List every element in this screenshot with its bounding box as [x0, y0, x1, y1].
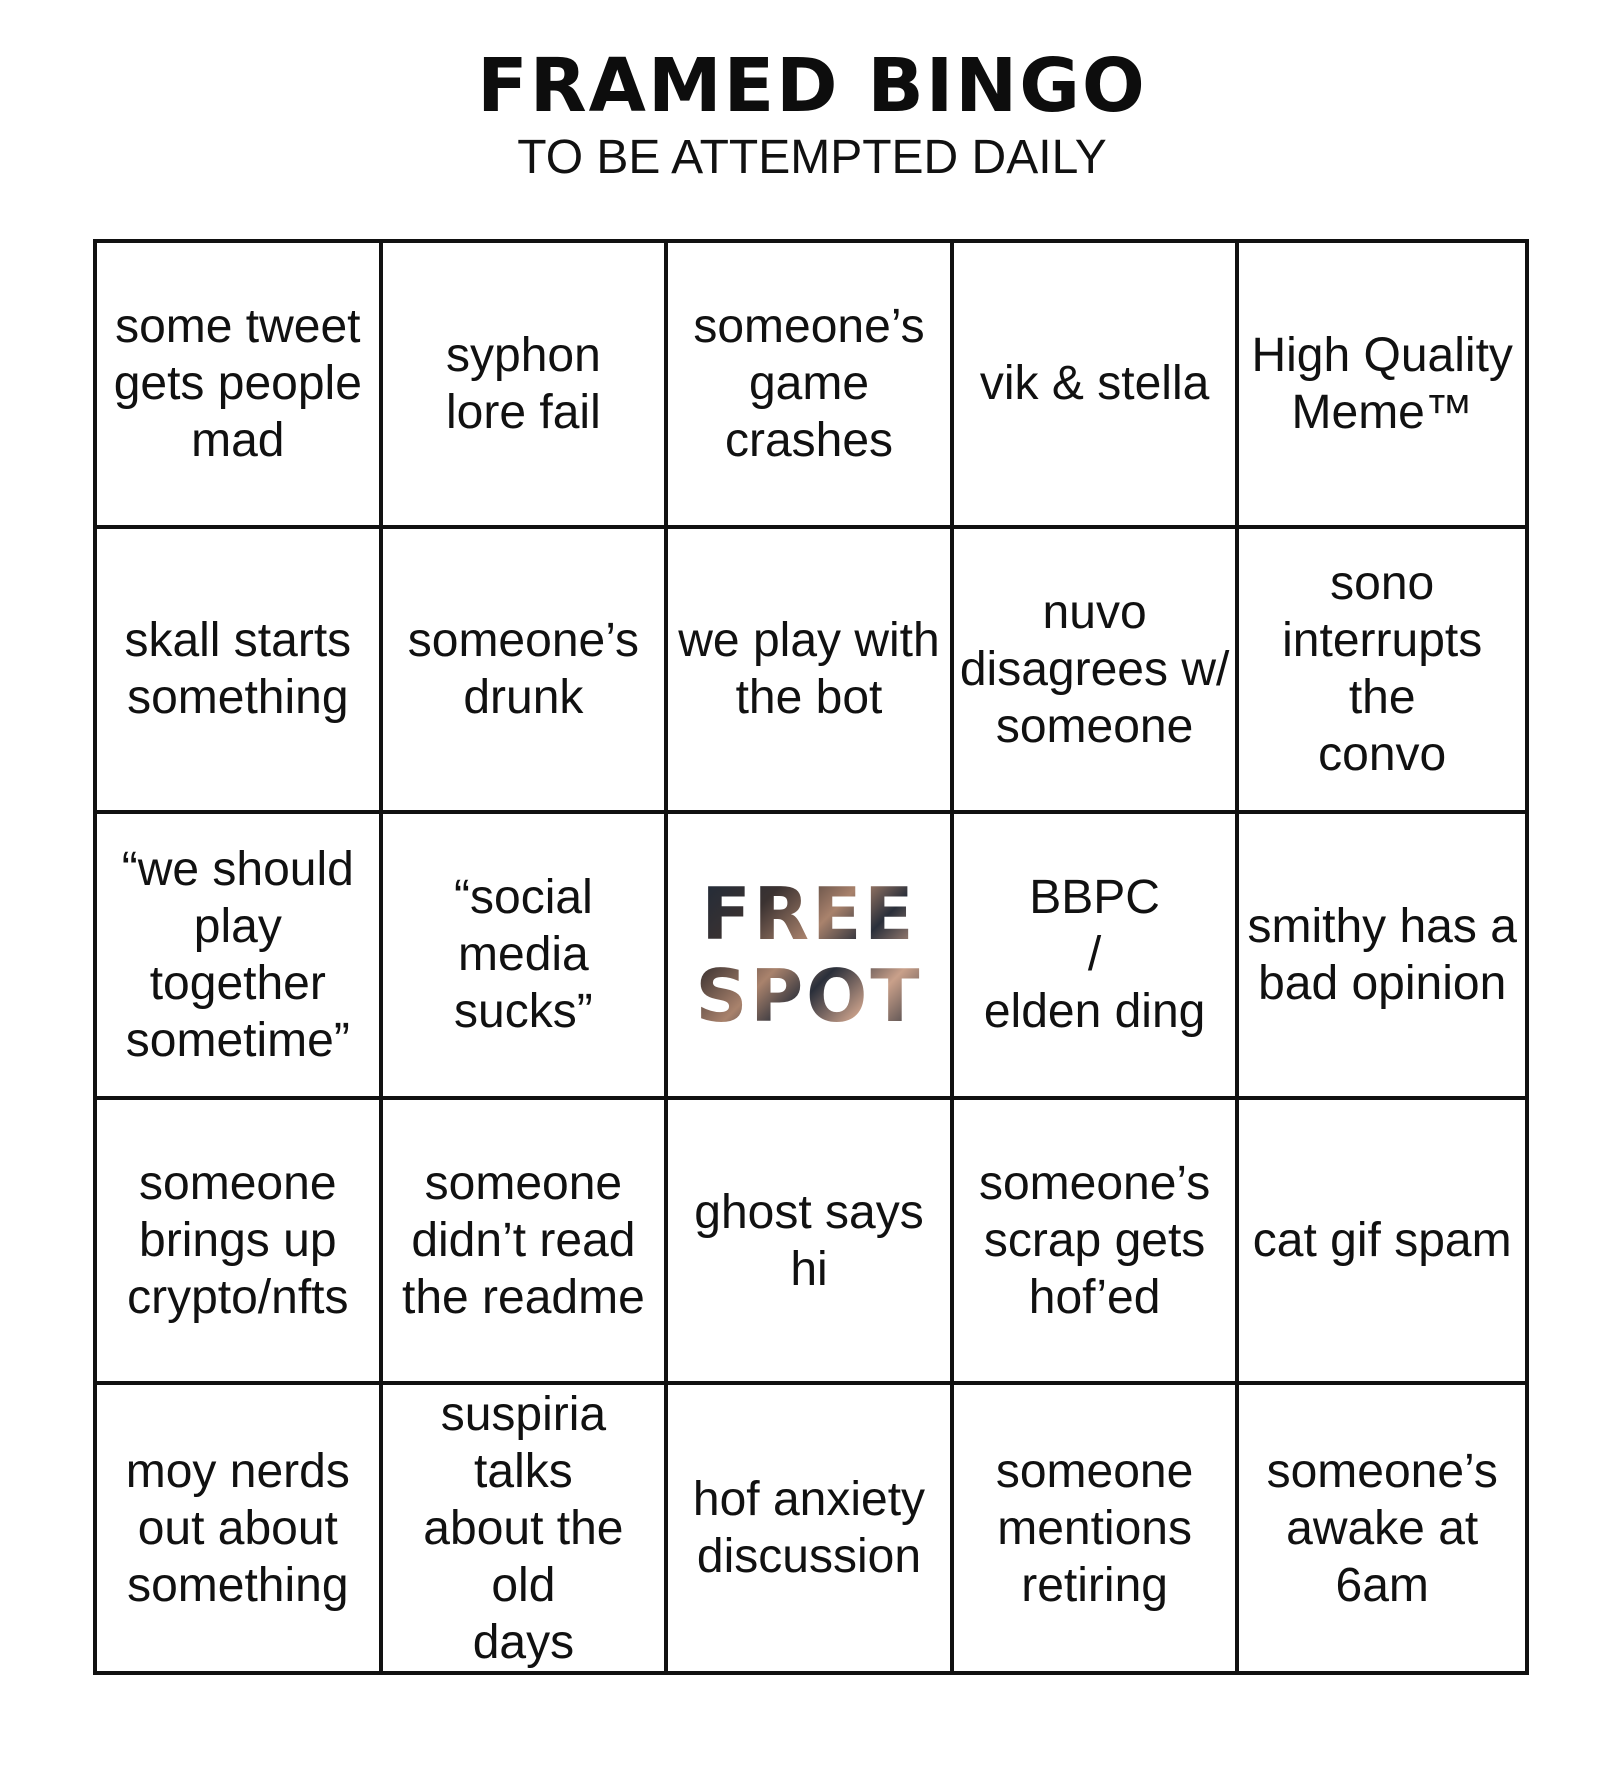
bingo-cell-label: ghost says hi — [694, 1185, 924, 1296]
bingo-cell[interactable]: someone mentions retiring — [954, 1385, 1240, 1671]
bingo-cell[interactable]: someone’s game crashes — [668, 243, 954, 529]
bingo-cell[interactable]: sono interrupts the convo — [1239, 529, 1525, 815]
bingo-cell-label: cat gif spam — [1252, 1214, 1512, 1268]
bingo-board: some tweet gets people mad syphon lore f… — [93, 239, 1529, 1675]
bingo-cell-label: High Quality Meme™ — [1251, 328, 1513, 439]
bingo-cell[interactable]: “we should play together sometime” — [97, 814, 383, 1100]
page-title: FRAMED BINGO — [477, 43, 1147, 129]
bingo-cell[interactable]: syphon lore fail — [382, 243, 669, 529]
bingo-cell[interactable]: we play with the bot — [668, 528, 954, 815]
bingo-cell[interactable]: someone brings up crypto/nfts — [97, 1099, 383, 1386]
bingo-cell-label: someone mentions retiring — [995, 1444, 1194, 1612]
bingo-cell-label: someone brings up crypto/nfts — [127, 1157, 349, 1325]
bingo-cell[interactable]: nuvo disagrees w/ someone — [953, 528, 1240, 815]
bingo-cell-label: someone’s game crashes — [693, 300, 925, 468]
bingo-cell[interactable]: someone’s drunk — [382, 528, 669, 815]
bingo-cell[interactable]: smithy has a bad opinion — [1239, 814, 1525, 1100]
bingo-cell-label: someone didn’t read the readme — [401, 1157, 645, 1325]
bingo-cell-label: hof anxiety discussion — [692, 1473, 926, 1584]
bingo-cell-label: skall starts something — [124, 614, 352, 725]
bingo-cell[interactable]: skall starts something — [97, 528, 383, 815]
bingo-cell-label: sono interrupts the convo — [1282, 557, 1483, 782]
bingo-cell[interactable]: hof anxiety discussion — [668, 1385, 954, 1671]
bingo-cell[interactable]: moy nerds out about something — [97, 1385, 383, 1671]
bingo-cell-label: someone’s drunk — [407, 614, 640, 725]
bingo-cell[interactable]: “social media sucks” — [382, 814, 669, 1100]
bingo-cell[interactable]: vik & stella — [953, 243, 1240, 529]
page-subtitle: TO BE ATTEMPTED DAILY — [517, 131, 1107, 184]
bingo-cell[interactable]: someone’s scrap gets hof’ed — [953, 1099, 1240, 1386]
bingo-cell-label: someone’s scrap gets hof’ed — [978, 1157, 1211, 1325]
bingo-cell-label: some tweet gets people mad — [113, 300, 362, 468]
bingo-cell-label: we play with the bot — [678, 614, 940, 725]
bingo-cell[interactable]: someone’s awake at 6am — [1239, 1385, 1525, 1671]
bingo-cell-label: “we should play together sometime” — [121, 842, 354, 1067]
free-spot-label: FREE SPOT — [695, 871, 923, 1038]
bingo-cell[interactable]: someone didn’t read the readme — [382, 1099, 669, 1386]
bingo-cell[interactable]: some tweet gets people mad — [97, 243, 383, 529]
bingo-cell-label: suspiria talks about the old days — [423, 1387, 624, 1669]
bingo-cell-label: nuvo disagrees w/ someone — [959, 585, 1230, 753]
bingo-cell-label: vik & stella — [979, 357, 1210, 411]
bingo-cell[interactable]: suspiria talks about the old days — [383, 1385, 669, 1671]
bingo-cell[interactable]: cat gif spam — [1239, 1100, 1525, 1386]
bingo-cell-label: BBPC / elden ding — [983, 871, 1206, 1039]
bingo-cell[interactable]: High Quality Meme™ — [1239, 243, 1525, 529]
free-spot-cell[interactable]: FREE SPOT — [668, 814, 954, 1100]
bingo-cell-label: someone’s awake at 6am — [1266, 1444, 1498, 1612]
bingo-cell[interactable]: BBPC / elden ding — [953, 814, 1240, 1100]
bingo-cell-label: moy nerds out about something — [125, 1444, 350, 1612]
bingo-cell-label: smithy has a bad opinion — [1247, 899, 1517, 1010]
bingo-cell[interactable]: ghost says hi — [668, 1099, 954, 1386]
bingo-cell-label: “social media sucks” — [454, 871, 593, 1039]
bingo-cell-label: syphon lore fail — [446, 328, 601, 439]
header: FRAMED BINGO TO BE ATTEMPTED DAILY — [0, 44, 1624, 186]
